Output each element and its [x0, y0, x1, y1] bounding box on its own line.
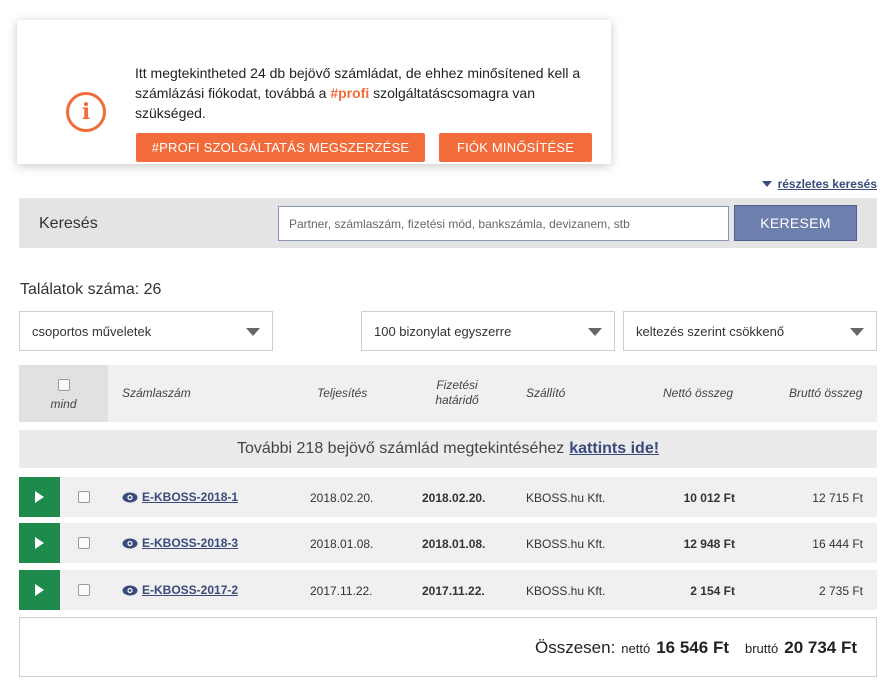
header-due[interactable]: Fizetési határidő	[432, 378, 482, 408]
header-due-line1: Fizetési	[436, 378, 478, 392]
fulfillment-date: 2018.01.08.	[310, 537, 374, 551]
header-due-line2: határidő	[435, 393, 479, 407]
group-actions-select[interactable]: csoportos műveletek	[19, 311, 273, 351]
header-net[interactable]: Nettó összeg	[663, 386, 733, 401]
table-row: E-KBOSS-2017-2 2017.11.22. 2017.11.22. K…	[19, 570, 877, 610]
group-actions-value: csoportos műveletek	[32, 323, 152, 339]
totals-gross-value: 20 734 Ft	[784, 638, 857, 657]
row-checkbox[interactable]	[78, 491, 90, 503]
expand-row-button[interactable]	[19, 570, 60, 610]
gross-amount: 16 444 Ft	[812, 537, 863, 551]
due-date: 2018.02.20.	[422, 491, 486, 505]
more-invoices-text: További 218 bejövő számlád megtekintéséh…	[236, 440, 565, 457]
header-supplier[interactable]: Szállító	[526, 386, 565, 401]
net-amount: 10 012 Ft	[683, 491, 735, 505]
result-count: Találatok száma: 26	[20, 281, 162, 298]
fulfillment-date: 2017.11.22.	[310, 584, 373, 598]
eye-icon	[122, 538, 138, 548]
per-page-select[interactable]: 100 bizonylat egyszerre	[361, 311, 615, 351]
invoice-link[interactable]: E-KBOSS-2018-1	[122, 490, 238, 504]
search-button[interactable]: KERESEM	[734, 205, 857, 241]
totals-box: Összesen: nettó 16 546 Ft bruttó 20 734 …	[19, 617, 877, 677]
gross-amount: 12 715 Ft	[812, 491, 863, 505]
chevron-down-icon	[761, 181, 772, 187]
supplier-name: KBOSS.hu Kft.	[526, 491, 606, 505]
select-all-checkbox[interactable]	[58, 379, 70, 391]
select-all-cell: mind	[19, 365, 108, 422]
profi-notice-card: i Itt megtekintheted 24 db bejövő számlá…	[17, 20, 611, 164]
search-label: Keresés	[39, 215, 98, 232]
invoice-link[interactable]: E-KBOSS-2017-2	[122, 583, 238, 597]
eye-icon	[122, 492, 138, 502]
totals-label: Összesen:	[534, 638, 616, 657]
supplier-name: KBOSS.hu Kft.	[526, 537, 606, 551]
supplier-name: KBOSS.hu Kft.	[526, 584, 606, 598]
header-fulfillment[interactable]: Teljesítés	[317, 386, 367, 401]
header-gross[interactable]: Bruttó összeg	[789, 386, 862, 401]
play-icon	[35, 537, 44, 549]
eye-icon	[122, 585, 138, 595]
expand-row-button[interactable]	[19, 477, 60, 517]
net-amount: 12 948 Ft	[683, 537, 735, 551]
qualify-account-button[interactable]: FIÓK MINŐSÍTÉSE	[439, 133, 592, 162]
due-date: 2017.11.22.	[422, 584, 485, 598]
play-icon	[35, 584, 44, 596]
header-invoice[interactable]: Számlaszám	[122, 386, 191, 401]
totals-gross-label: bruttó	[744, 641, 779, 656]
table-header: mind Számlaszám Teljesítés Fizetési hatá…	[19, 365, 877, 422]
net-amount: 2 154 Ft	[690, 584, 735, 598]
totals-net-value: 16 546 Ft	[656, 638, 729, 657]
play-icon	[35, 491, 44, 503]
invoice-number: E-KBOSS-2018-3	[142, 536, 239, 550]
per-page-value: 100 bizonylat egyszerre	[374, 323, 512, 339]
search-input[interactable]	[278, 206, 729, 241]
table-row: E-KBOSS-2018-1 2018.02.20. 2018.02.20. K…	[19, 477, 877, 517]
chevron-down-icon	[850, 328, 864, 336]
chevron-down-icon	[246, 328, 260, 336]
select-all-label: mind	[50, 397, 77, 411]
row-checkbox[interactable]	[78, 584, 90, 596]
gross-amount: 2 735 Ft	[818, 584, 863, 598]
totals-net-label: nettó	[621, 641, 651, 656]
advanced-search-link[interactable]: részletes keresés	[761, 177, 877, 191]
invoice-number: E-KBOSS-2017-2	[142, 583, 239, 597]
more-invoices-link[interactable]: kattints ide!	[569, 440, 659, 458]
more-invoices-bar: További 218 bejövő számlád megtekintéséh…	[19, 430, 877, 468]
due-date: 2018.01.08.	[422, 537, 486, 551]
table-row: E-KBOSS-2018-3 2018.01.08. 2018.01.08. K…	[19, 523, 877, 563]
info-icon: i	[66, 92, 106, 132]
expand-row-button[interactable]	[19, 523, 60, 563]
advanced-search-label: részletes keresés	[777, 177, 877, 191]
sort-select[interactable]: keltezés szerint csökkenő	[623, 311, 877, 351]
sort-value: keltezés szerint csökkenő	[636, 323, 785, 339]
get-profi-button[interactable]: #PROFI SZOLGÁLTATÁS MEGSZERZÉSE	[136, 133, 425, 162]
row-checkbox[interactable]	[78, 537, 90, 549]
notice-message: Itt megtekintheted 24 db bejövő számláda…	[135, 63, 605, 123]
search-bar: Keresés KERESEM	[19, 198, 877, 248]
invoice-link[interactable]: E-KBOSS-2018-3	[122, 536, 238, 550]
chevron-down-icon	[588, 328, 602, 336]
totals-line: Összesen: nettó 16 546 Ft bruttó 20 734 …	[535, 638, 857, 658]
notice-profi-highlight: #profi	[330, 85, 370, 101]
invoice-number: E-KBOSS-2018-1	[142, 490, 239, 504]
fulfillment-date: 2018.02.20.	[310, 491, 374, 505]
